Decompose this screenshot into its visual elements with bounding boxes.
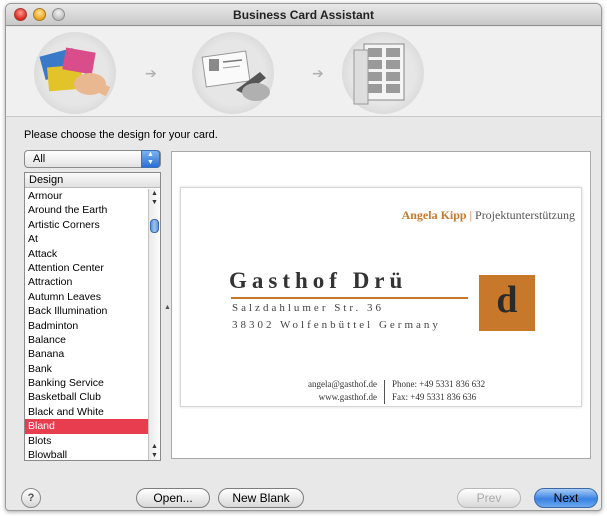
prev-button[interactable]: Prev bbox=[457, 488, 521, 508]
card-name: Angela Kipp bbox=[401, 208, 467, 222]
design-list-item[interactable]: Balance bbox=[25, 333, 148, 347]
help-button[interactable]: ? bbox=[21, 488, 41, 508]
contact-divider bbox=[384, 380, 385, 404]
design-list-item[interactable]: Around the Earth bbox=[25, 203, 148, 217]
design-list-item[interactable]: Blowball bbox=[25, 448, 148, 460]
logo-monogram: d bbox=[496, 279, 518, 321]
company-underline bbox=[231, 297, 468, 299]
scroll-up-icon[interactable]: ▲ bbox=[149, 190, 160, 197]
wizard-steps: ➔ ➔ bbox=[6, 27, 601, 117]
design-list-scrollbar[interactable]: ▲ ▼ ▲ ▼ bbox=[148, 189, 160, 460]
business-card-assistant-window: Business Card Assistant ➔ ➔ Please choos… bbox=[5, 3, 602, 511]
category-selected-value: All bbox=[33, 153, 46, 165]
design-rows: Armour Around the Earth Artistic Corners At… bbox=[25, 189, 148, 460]
design-list-item[interactable]: Back Illumination bbox=[25, 304, 148, 318]
scroll-up-icon[interactable]: ▲ bbox=[149, 443, 160, 450]
card-name-line: Angela Kipp | Projektunterstützung bbox=[402, 208, 575, 223]
new-blank-button[interactable]: New Blank bbox=[218, 488, 304, 508]
design-list-item[interactable]: Attention Center bbox=[25, 261, 148, 275]
updown-chevron-icon[interactable]: ▲ ▼ bbox=[141, 150, 160, 168]
card-contact-online: angela@gasthof.de www.gasthof.de bbox=[281, 378, 377, 404]
card-phone: Phone: +49 5331 836 632 bbox=[392, 379, 486, 389]
design-list-item[interactable]: Banking Service bbox=[25, 376, 148, 390]
step-choose-design bbox=[34, 32, 116, 114]
design-list-item[interactable]: Black and White bbox=[25, 405, 148, 419]
design-list-item[interactable]: Banana bbox=[25, 347, 148, 361]
bottom-bar: ? Open... New Blank Prev Next bbox=[6, 471, 601, 510]
card-company-name: Gasthof Drü bbox=[229, 268, 408, 293]
design-list-item[interactable]: Blots bbox=[25, 434, 148, 448]
design-column-header[interactable]: Design bbox=[25, 173, 160, 188]
card-email: angela@gasthof.de bbox=[307, 379, 377, 389]
splitter-handle-icon[interactable]: ▲ bbox=[164, 304, 171, 311]
card-city: 38302 Wolfenbüttel Germany bbox=[232, 319, 441, 331]
instruction-text: Please choose the design for your card. bbox=[24, 129, 218, 141]
card-street: Salzdahlumer Str. 36 bbox=[232, 302, 384, 314]
open-button[interactable]: Open... bbox=[136, 488, 210, 508]
scroll-thumb[interactable] bbox=[150, 219, 159, 233]
edit-card-details-icon bbox=[201, 50, 270, 101]
step-print-cards bbox=[342, 32, 424, 114]
design-list-item[interactable]: Artistic Corners bbox=[25, 218, 148, 232]
design-list-item[interactable]: Armour bbox=[25, 189, 148, 203]
step-edit-card bbox=[192, 32, 274, 114]
design-list-item[interactable]: At bbox=[25, 232, 148, 246]
design-category-popup[interactable]: All ▲ ▼ bbox=[24, 150, 161, 168]
design-list-item[interactable]: Bland bbox=[25, 419, 148, 434]
design-list-item[interactable]: Bank bbox=[25, 362, 148, 376]
card-name-separator: | bbox=[469, 208, 473, 222]
scroll-down-icon[interactable]: ▼ bbox=[149, 452, 160, 459]
design-list[interactable]: Design Armour Around the Earth Artistic Co… bbox=[24, 172, 161, 461]
next-button[interactable]: Next bbox=[534, 488, 598, 508]
design-list-item[interactable]: Basketball Club bbox=[25, 390, 148, 404]
card-preview-pane: Angela Kipp | Projektunterstützung Gasth… bbox=[171, 151, 591, 459]
design-list-item[interactable]: Badminton bbox=[25, 319, 148, 333]
company-logo: d bbox=[479, 275, 535, 331]
business-card-preview: Angela Kipp | Projektunterstützung Gasth… bbox=[180, 187, 582, 407]
choose-card-design-icon bbox=[39, 47, 111, 97]
card-contact-phone: Phone: +49 5331 836 632 Fax: +49 5331 83… bbox=[392, 378, 485, 404]
scroll-down-icon[interactable]: ▼ bbox=[149, 199, 160, 206]
design-list-item[interactable]: Autumn Leaves bbox=[25, 290, 148, 304]
step-arrow-icon: ➔ bbox=[312, 65, 324, 81]
step-arrow-icon: ➔ bbox=[145, 65, 157, 81]
design-list-item[interactable]: Attack bbox=[25, 247, 148, 261]
window-title: Business Card Assistant bbox=[233, 8, 374, 22]
card-job-title: Projektunterstützung bbox=[475, 208, 575, 222]
design-list-item[interactable]: Attraction bbox=[25, 275, 148, 289]
card-website: www.gasthof.de bbox=[318, 392, 377, 402]
title-bar[interactable]: Business Card Assistant bbox=[6, 4, 601, 26]
print-cards-sheet-icon bbox=[353, 43, 405, 105]
card-fax: Fax: +49 5331 836 636 bbox=[392, 392, 477, 402]
